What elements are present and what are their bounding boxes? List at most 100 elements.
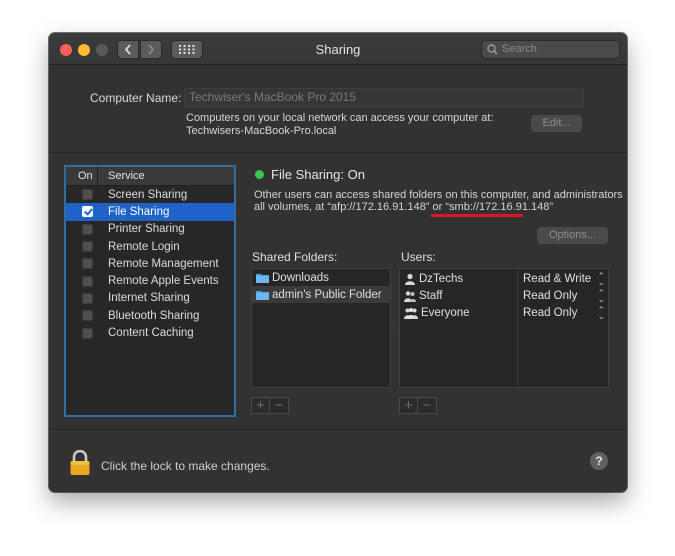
service-checkbox[interactable] [82, 206, 93, 218]
shared-folder-row[interactable]: admin's Public Folder [252, 286, 390, 303]
computer-name-info-line1: Computers on your local network can acce… [186, 112, 494, 124]
single-user-icon [405, 273, 415, 285]
user-row[interactable]: Staff Read Only ⌃ ⌄ [400, 287, 608, 304]
folder-icon [256, 273, 269, 283]
service-row[interactable]: Bluetooth Sharing [66, 307, 234, 324]
service-label: Screen Sharing [108, 188, 188, 201]
service-list[interactable]: On Service Screen Sharing File Sharing Pri… [64, 165, 236, 417]
service-rows: Screen Sharing File Sharing Printer Sharin… [66, 186, 234, 342]
shared-folders-label: Shared Folders: [252, 250, 338, 264]
users-label: Users: [401, 250, 436, 264]
service-row[interactable]: File Sharing [66, 203, 234, 221]
shared-folder-row[interactable]: Downloads [252, 269, 390, 286]
group-icon [404, 290, 416, 302]
service-checkbox[interactable] [82, 241, 93, 253]
permission-popup[interactable]: Read Only ⌃ ⌄ [517, 304, 608, 321]
user-name-cell: Everyone [400, 307, 517, 319]
computer-name-info-line2: Techwisers-MacBook-Pro.local [186, 125, 337, 137]
search-placeholder: Search [502, 43, 537, 55]
service-checkbox[interactable] [82, 258, 93, 270]
service-checkbox[interactable] [82, 189, 93, 201]
service-checkbox[interactable] [82, 292, 93, 304]
permission-value: Read Only [523, 289, 578, 302]
service-checkbox-cell [66, 241, 108, 253]
service-checkbox[interactable] [82, 310, 93, 322]
split-handle[interactable]: ⁝ [393, 323, 396, 332]
options-button[interactable]: Options... [537, 227, 608, 244]
users-add-remove: + − [399, 397, 437, 414]
service-list-header: On Service [66, 167, 234, 186]
user-name-cell: DzTechs [400, 273, 517, 285]
remove-user-button[interactable]: − [418, 397, 437, 414]
status-indicator-icon [255, 170, 264, 179]
service-checkbox[interactable] [82, 223, 93, 235]
permission-popup[interactable]: Read Only ⌃ ⌄ [517, 287, 608, 304]
service-row[interactable]: Internet Sharing [66, 290, 234, 307]
search-icon [487, 44, 498, 55]
lock-text: Click the lock to make changes. [101, 459, 270, 473]
users-list[interactable]: DzTechs Read & Write ⌃ ⌄ Staff Read Only … [399, 268, 609, 388]
service-row[interactable]: Screen Sharing [66, 186, 234, 203]
user-name: Everyone [421, 306, 470, 319]
user-row[interactable]: Everyone Read Only ⌃ ⌄ [400, 304, 608, 321]
service-checkbox-cell [66, 327, 108, 339]
service-row[interactable]: Remote Apple Events [66, 272, 234, 289]
annotation-underline [431, 214, 523, 217]
service-label: Internet Sharing [108, 292, 190, 305]
column-header-on[interactable]: On [66, 167, 98, 185]
service-checkbox[interactable] [82, 275, 93, 287]
service-row[interactable]: Printer Sharing [66, 221, 234, 238]
description-line2: all volumes, at “afp://172.16.91.148” or… [254, 201, 554, 213]
add-shared-folder-button[interactable]: + [251, 397, 270, 414]
service-row[interactable]: Remote Management [66, 255, 234, 272]
computer-name-label: Computer Name: [90, 91, 182, 105]
shared-folder-name: Downloads [272, 271, 329, 284]
computer-name-field[interactable]: Techwiser's MacBook Pro 2015 [184, 88, 584, 107]
popup-arrows-icon: ⌃ ⌄ [597, 304, 605, 321]
divider [49, 429, 627, 430]
edit-button[interactable]: Edit... [531, 115, 582, 132]
service-checkbox-cell [66, 310, 108, 322]
permission-popup[interactable]: Read & Write ⌃ ⌄ [517, 270, 608, 287]
service-row[interactable]: Remote Login [66, 238, 234, 255]
shared-folders-list[interactable]: Downloads admin's Public Folder [251, 268, 391, 388]
everyone-group-icon [404, 307, 418, 319]
remove-shared-folder-button[interactable]: − [270, 397, 289, 414]
add-user-button[interactable]: + [399, 397, 418, 414]
user-row[interactable]: DzTechs Read & Write ⌃ ⌄ [400, 270, 608, 287]
service-label: File Sharing [108, 205, 170, 218]
service-checkbox-cell [66, 189, 108, 201]
service-label: Remote Login [108, 240, 180, 253]
popup-arrows-icon: ⌃ ⌄ [597, 270, 605, 287]
user-name: Staff [419, 289, 443, 302]
service-checkbox-cell [66, 206, 108, 218]
service-checkbox[interactable] [82, 327, 93, 339]
divider [49, 152, 627, 153]
title-bar: Sharing Search [49, 33, 627, 65]
sharing-window: Sharing Search Computer Name: Techwiser'… [49, 33, 627, 492]
search-field[interactable]: Search [481, 40, 620, 59]
service-checkbox-cell [66, 292, 108, 304]
user-name: DzTechs [419, 272, 464, 285]
folder-icon [256, 290, 269, 300]
shared-folders-add-remove: + − [251, 397, 289, 414]
permission-value: Read Only [523, 306, 578, 319]
service-checkbox-cell [66, 223, 108, 235]
status-text: File Sharing: On [271, 167, 365, 182]
description-line1: Other users can access shared folders on… [254, 189, 623, 201]
service-row[interactable]: Content Caching [66, 324, 234, 341]
service-label: Remote Apple Events [108, 275, 219, 288]
service-label: Bluetooth Sharing [108, 309, 200, 322]
lock-icon[interactable] [69, 450, 91, 476]
permission-value: Read & Write [523, 272, 592, 285]
shared-folder-name: admin's Public Folder [272, 288, 382, 301]
user-name-cell: Staff [400, 290, 517, 302]
popup-arrows-icon: ⌃ ⌄ [597, 287, 605, 304]
service-label: Remote Management [108, 257, 219, 270]
service-checkbox-cell [66, 258, 108, 270]
service-label: Printer Sharing [108, 223, 185, 236]
service-label: Content Caching [108, 327, 194, 340]
service-checkbox-cell [66, 275, 108, 287]
column-header-service[interactable]: Service [98, 170, 145, 182]
help-button[interactable]: ? [590, 452, 608, 470]
